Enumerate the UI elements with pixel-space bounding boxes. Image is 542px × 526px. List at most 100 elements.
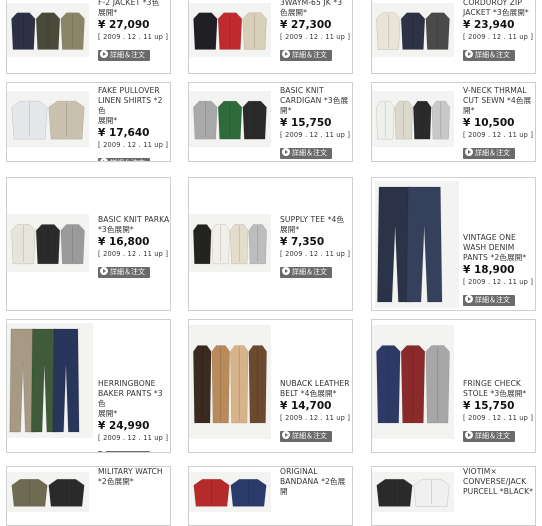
product-info: ORIGINAL BANDANA *2色展開 bbox=[280, 467, 352, 497]
product-title[interactable]: MILITARY WATCH *2色展開* bbox=[98, 467, 170, 487]
product-thumbnail[interactable] bbox=[7, 91, 89, 147]
product-card[interactable]: FAKE PULLOVER LINEN SHIRTS *2色 展開* ¥ 17,6… bbox=[6, 82, 171, 162]
product-title[interactable]: F-2 JACKET *3色 展開* bbox=[98, 0, 170, 18]
product-thumbnail[interactable] bbox=[372, 472, 454, 512]
product-title[interactable]: FAKE PULLOVER LINEN SHIRTS *2色 展開* bbox=[98, 86, 170, 126]
product-title[interactable]: VINTAGE ONE WASH DENIM PANTS *2色展開* bbox=[463, 233, 535, 263]
product-image bbox=[7, 472, 89, 512]
product-card[interactable]: HERRINGBONE BAKER PANTS *3色 展開* ¥ 24,990 [… bbox=[6, 319, 171, 453]
product-info: FAKE PULLOVER LINEN SHIRTS *2色 展開* ¥ 17,6… bbox=[98, 86, 170, 161]
arrow-right-icon bbox=[465, 50, 473, 58]
product-card[interactable]: SUPPLY TEE *4色 展開* ¥ 7,350 [ 2009 . 12 . 1… bbox=[188, 177, 353, 311]
product-thumbnail[interactable] bbox=[189, 472, 271, 512]
product-thumbnail[interactable] bbox=[189, 3, 271, 57]
product-price: ¥ 17,640 bbox=[98, 127, 150, 139]
update-date: [ 2009 . 12 . 11 up ] bbox=[280, 414, 351, 422]
product-image bbox=[189, 214, 271, 272]
details-order-button[interactable]: 詳細＆注文 bbox=[463, 295, 515, 306]
product-card[interactable]: ORIGINAL BANDANA *2色展開 bbox=[188, 466, 353, 526]
product-thumbnail[interactable] bbox=[7, 214, 89, 272]
product-card[interactable]: VINTAGE ONE WASH DENIM PANTS *2色展開* ¥ 18,… bbox=[371, 177, 536, 311]
details-order-label: 詳細＆注文 bbox=[292, 149, 327, 157]
update-date: [ 2009 . 12 . 11 up ] bbox=[463, 278, 534, 286]
product-info: SUPPLY TEE *4色 展開* ¥ 7,350 [ 2009 . 12 . 1… bbox=[280, 215, 352, 278]
product-title[interactable]: HERRINGBONE BAKER PANTS *3色 展開* bbox=[98, 379, 170, 419]
details-order-button[interactable]: 詳細＆注文 bbox=[98, 50, 150, 61]
update-date: [ 2009 . 12 . 11 up ] bbox=[98, 250, 169, 258]
details-order-button[interactable]: 詳細＆注文 bbox=[463, 431, 515, 442]
product-card[interactable]: NUBACK LEATHER BELT *4色展開* ¥ 14,700 [ 2009… bbox=[188, 319, 353, 453]
update-date: [ 2009 . 12 . 11 up ] bbox=[98, 141, 169, 149]
details-order-button[interactable]: 詳細＆注文 bbox=[463, 50, 515, 61]
product-image bbox=[7, 3, 89, 57]
product-info: VINTAGE ONE WASH DENIM PANTS *2色展開* ¥ 18,… bbox=[463, 233, 535, 306]
product-thumbnail[interactable] bbox=[372, 91, 454, 147]
arrow-right-icon bbox=[282, 267, 290, 275]
product-card[interactable]: V-NECK THRMAL CUT SEWN *4色展 開* ¥ 10,500 [ … bbox=[371, 82, 536, 162]
product-title[interactable]: SUPPLY TEE *4色 展開* bbox=[280, 215, 352, 235]
update-date: [ 2009 . 12 . 11 up ] bbox=[280, 131, 351, 139]
product-thumbnail[interactable] bbox=[372, 325, 454, 439]
product-title[interactable]: ORIGINAL BANDANA *2色展開 bbox=[280, 467, 352, 497]
product-card[interactable]: CORDUROY ZIP JACKET *3色展開* ¥ 23,940 [ 2009… bbox=[371, 0, 536, 74]
product-thumbnail[interactable] bbox=[7, 323, 93, 438]
update-date: [ 2009 . 12 . 11 up ] bbox=[280, 33, 351, 41]
details-order-button[interactable]: 詳細＆注文 bbox=[98, 267, 150, 278]
product-title[interactable]: 3WAYM-65 JK *3 色展開* bbox=[280, 0, 352, 18]
arrow-right-icon bbox=[282, 148, 290, 156]
product-card[interactable]: MILITARY WATCH *2色展開* bbox=[6, 466, 171, 526]
product-price: ¥ 27,300 bbox=[280, 19, 332, 31]
arrow-right-icon bbox=[465, 148, 473, 156]
product-title[interactable]: V-NECK THRMAL CUT SEWN *4色展 開* bbox=[463, 86, 535, 116]
product-image bbox=[7, 214, 89, 272]
product-title[interactable]: VIOTIM× CONVERSE/JACK PURCELL *BLACK* bbox=[463, 467, 535, 497]
product-image bbox=[189, 325, 271, 439]
product-title[interactable]: BASIC KNIT CARDIGAN *3色展 開* bbox=[280, 86, 352, 116]
update-date: [ 2009 . 12 . 11 up ] bbox=[463, 131, 534, 139]
product-title[interactable]: NUBACK LEATHER BELT *4色展開* bbox=[280, 379, 352, 399]
product-card[interactable]: VIOTIM× CONVERSE/JACK PURCELL *BLACK* bbox=[371, 466, 536, 526]
product-image bbox=[375, 181, 459, 308]
product-thumbnail[interactable] bbox=[7, 3, 89, 57]
details-order-label: 詳細＆注文 bbox=[475, 149, 510, 157]
product-card[interactable]: BASIC KNIT CARDIGAN *3色展 開* ¥ 15,750 [ 200… bbox=[188, 82, 353, 162]
product-info: FRINGE CHECK STOLE *3色展開* ¥ 15,750 [ 2009 … bbox=[463, 379, 535, 442]
update-date: [ 2009 . 12 . 11 up ] bbox=[280, 250, 351, 258]
product-title[interactable]: FRINGE CHECK STOLE *3色展開* bbox=[463, 379, 535, 399]
details-order-label: 詳細＆注文 bbox=[475, 432, 510, 440]
details-order-label: 詳細＆注文 bbox=[110, 268, 145, 276]
arrow-right-icon bbox=[100, 267, 108, 275]
product-thumbnail[interactable] bbox=[7, 472, 89, 512]
product-thumbnail[interactable] bbox=[375, 181, 459, 308]
details-order-label: 詳細＆注文 bbox=[292, 268, 327, 276]
product-title[interactable]: CORDUROY ZIP JACKET *3色展開* bbox=[463, 0, 535, 18]
product-thumbnail[interactable] bbox=[189, 325, 271, 439]
product-image bbox=[7, 91, 89, 147]
product-thumbnail[interactable] bbox=[372, 3, 454, 57]
details-order-button[interactable]: 詳細＆注文 bbox=[280, 50, 332, 61]
details-order-button[interactable]: 詳細＆注文 bbox=[98, 158, 150, 161]
product-image bbox=[189, 3, 271, 57]
product-price: ¥ 10,500 bbox=[463, 117, 515, 129]
product-thumbnail[interactable] bbox=[189, 91, 271, 147]
details-order-button[interactable]: 詳細＆注文 bbox=[280, 148, 332, 159]
arrow-right-icon bbox=[100, 451, 108, 452]
product-card[interactable]: BASIC KNIT PARKA *3色展開* ¥ 16,800 [ 2009 . … bbox=[6, 177, 171, 311]
product-card[interactable]: 3WAYM-65 JK *3 色展開* ¥ 27,300 [ 2009 . 12 .… bbox=[188, 0, 353, 74]
product-card[interactable]: F-2 JACKET *3色 展開* ¥ 27,090 [ 2009 . 12 . … bbox=[6, 0, 171, 74]
product-thumbnail[interactable] bbox=[189, 214, 271, 272]
product-image bbox=[189, 91, 271, 147]
product-info: CORDUROY ZIP JACKET *3色展開* ¥ 23,940 [ 2009… bbox=[463, 0, 535, 61]
product-image bbox=[189, 472, 271, 512]
product-grid: F-2 JACKET *3色 展開* ¥ 27,090 [ 2009 . 12 . … bbox=[0, 0, 542, 526]
details-order-button[interactable]: 詳細＆注文 bbox=[280, 431, 332, 442]
details-order-label: 詳細＆注文 bbox=[292, 432, 327, 440]
product-info: HERRINGBONE BAKER PANTS *3色 展開* ¥ 24,990 [… bbox=[98, 379, 170, 452]
update-date: [ 2009 . 12 . 11 up ] bbox=[463, 33, 534, 41]
details-order-button[interactable]: 詳細＆注文 bbox=[463, 148, 515, 159]
details-order-button[interactable]: 詳細＆注文 bbox=[280, 267, 332, 278]
product-image bbox=[372, 472, 454, 512]
details-order-button[interactable]: 詳細＆注文 bbox=[98, 451, 150, 452]
product-card[interactable]: FRINGE CHECK STOLE *3色展開* ¥ 15,750 [ 2009 … bbox=[371, 319, 536, 453]
product-title[interactable]: BASIC KNIT PARKA *3色展開* bbox=[98, 215, 170, 235]
